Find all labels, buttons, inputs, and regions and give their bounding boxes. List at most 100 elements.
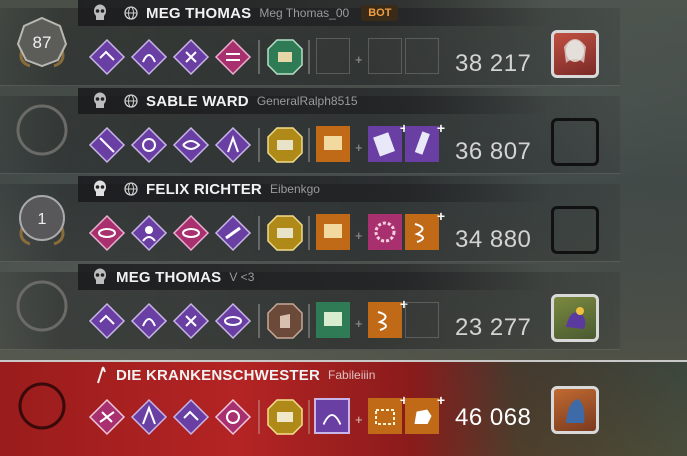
plus-icon: + <box>355 140 363 155</box>
perk-icon[interactable] <box>172 302 210 340</box>
perk-icon[interactable] <box>130 398 168 436</box>
score: 38 217 <box>455 50 532 77</box>
killer-icon <box>97 366 106 384</box>
plus-icon: + <box>355 228 363 243</box>
perk-icon[interactable] <box>130 126 168 164</box>
addon-slot[interactable]: + <box>368 392 408 434</box>
globe-icon <box>124 94 138 108</box>
perk-icon[interactable] <box>172 398 210 436</box>
divider <box>308 128 310 162</box>
perk-icon[interactable] <box>88 302 126 340</box>
perk-list <box>88 214 252 252</box>
account-name[interactable]: GeneralRalph8515 <box>257 94 358 108</box>
account-name[interactable]: Eibenkgo <box>270 182 320 196</box>
player-name: FELIX RICHTER <box>146 180 262 198</box>
perk-icon[interactable] <box>214 302 252 340</box>
survivor-status-icon <box>94 92 106 108</box>
offering-slot[interactable] <box>405 38 439 74</box>
player-name: MEG THOMAS <box>116 268 222 286</box>
perk-icon[interactable] <box>88 214 126 252</box>
character-portrait[interactable] <box>551 30 599 78</box>
survivor-row: 87 MEG THOMAS Meg Thomas_00 BOT + 38 217 <box>0 0 687 88</box>
perk-icon[interactable] <box>130 302 168 340</box>
divider <box>308 216 310 250</box>
addon-slot[interactable] <box>368 214 402 250</box>
item-icon[interactable] <box>266 302 304 340</box>
survivor-status-icon <box>94 4 106 20</box>
plus-icon: + <box>355 412 363 427</box>
plus-icon: + <box>355 52 363 67</box>
perk-icon[interactable] <box>172 38 210 76</box>
player-name: SABLE WARD <box>146 92 249 110</box>
addon-slot[interactable] <box>316 214 350 250</box>
perk-icon[interactable] <box>214 398 252 436</box>
perk-icon[interactable] <box>88 38 126 76</box>
item-icon[interactable] <box>266 126 304 164</box>
prestige-badge: 1 <box>14 192 70 248</box>
item-icon[interactable] <box>266 214 304 252</box>
perk-icon[interactable] <box>88 126 126 164</box>
killer-row: DIE KRANKENSCHWESTER Fabileiiin + + + 46… <box>0 360 687 456</box>
divider <box>258 40 260 74</box>
prestige-badge <box>14 278 70 334</box>
perk-icon[interactable] <box>172 214 210 252</box>
prestige-level: 1 <box>38 211 47 228</box>
character-portrait-empty[interactable] <box>551 118 599 166</box>
perk-list <box>88 302 252 340</box>
offering-slot[interactable]: + <box>405 208 445 250</box>
survivor-row: SABLE WARD GeneralRalph8515 + + + 36 807 <box>0 88 687 176</box>
character-portrait[interactable] <box>551 386 599 434</box>
offering-slot[interactable] <box>405 302 439 338</box>
prestige-badge <box>14 378 70 434</box>
divider <box>258 128 260 162</box>
killer-power-icon[interactable] <box>266 398 304 436</box>
player-name: MEG THOMAS <box>146 4 252 22</box>
perk-list <box>88 38 252 76</box>
account-name[interactable]: Meg Thomas_00 <box>259 6 349 20</box>
addon-slot[interactable]: + <box>368 296 408 338</box>
divider <box>308 400 310 434</box>
divider <box>258 216 260 250</box>
globe-icon <box>124 6 138 20</box>
addon-slot[interactable] <box>316 302 350 338</box>
score: 34 880 <box>455 226 532 253</box>
perk-icon[interactable] <box>88 398 126 436</box>
account-name[interactable]: Fabileiiin <box>328 368 375 382</box>
player-name-bar: FELIX RICHTER Eibenkgo <box>78 176 548 202</box>
addon-slot[interactable] <box>316 38 350 74</box>
player-name-bar: MEG THOMAS V <3 <box>78 264 548 290</box>
survivor-row: 1 FELIX RICHTER Eibenkgo + + 34 880 <box>0 176 687 264</box>
score: 23 277 <box>455 314 532 341</box>
divider <box>308 304 310 338</box>
globe-icon <box>124 182 138 196</box>
character-portrait[interactable] <box>551 294 599 342</box>
perk-icon[interactable] <box>214 214 252 252</box>
account-name[interactable]: V <3 <box>229 270 254 284</box>
divider <box>308 40 310 74</box>
plus-icon: + <box>355 316 363 331</box>
perk-icon[interactable] <box>172 126 210 164</box>
bot-badge: BOT <box>361 5 399 21</box>
offering-slot[interactable]: + <box>405 120 445 162</box>
perk-icon[interactable] <box>130 38 168 76</box>
offering-slot[interactable]: + <box>405 392 445 434</box>
addon-slot[interactable]: + <box>368 120 408 162</box>
item-icon[interactable] <box>266 38 304 76</box>
perk-icon[interactable] <box>214 38 252 76</box>
perk-icon[interactable] <box>130 214 168 252</box>
prestige-badge: 87 <box>14 14 70 70</box>
perk-icon[interactable] <box>214 126 252 164</box>
player-name-bar: MEG THOMAS Meg Thomas_00 BOT <box>78 0 548 26</box>
score: 36 807 <box>455 138 532 165</box>
survivor-row: MEG THOMAS V <3 + + 23 277 <box>0 264 687 352</box>
perk-list <box>88 126 252 164</box>
player-name-bar: SABLE WARD GeneralRalph8515 <box>78 88 548 114</box>
player-name-bar: DIE KRANKENSCHWESTER Fabileiiin <box>78 362 548 388</box>
divider <box>258 400 260 434</box>
score: 46 068 <box>455 404 532 431</box>
character-portrait-empty[interactable] <box>551 206 599 254</box>
addon-slot[interactable] <box>314 398 350 434</box>
survivor-status-icon <box>94 268 106 284</box>
addon-slot[interactable] <box>368 38 402 74</box>
addon-slot[interactable] <box>316 126 350 162</box>
